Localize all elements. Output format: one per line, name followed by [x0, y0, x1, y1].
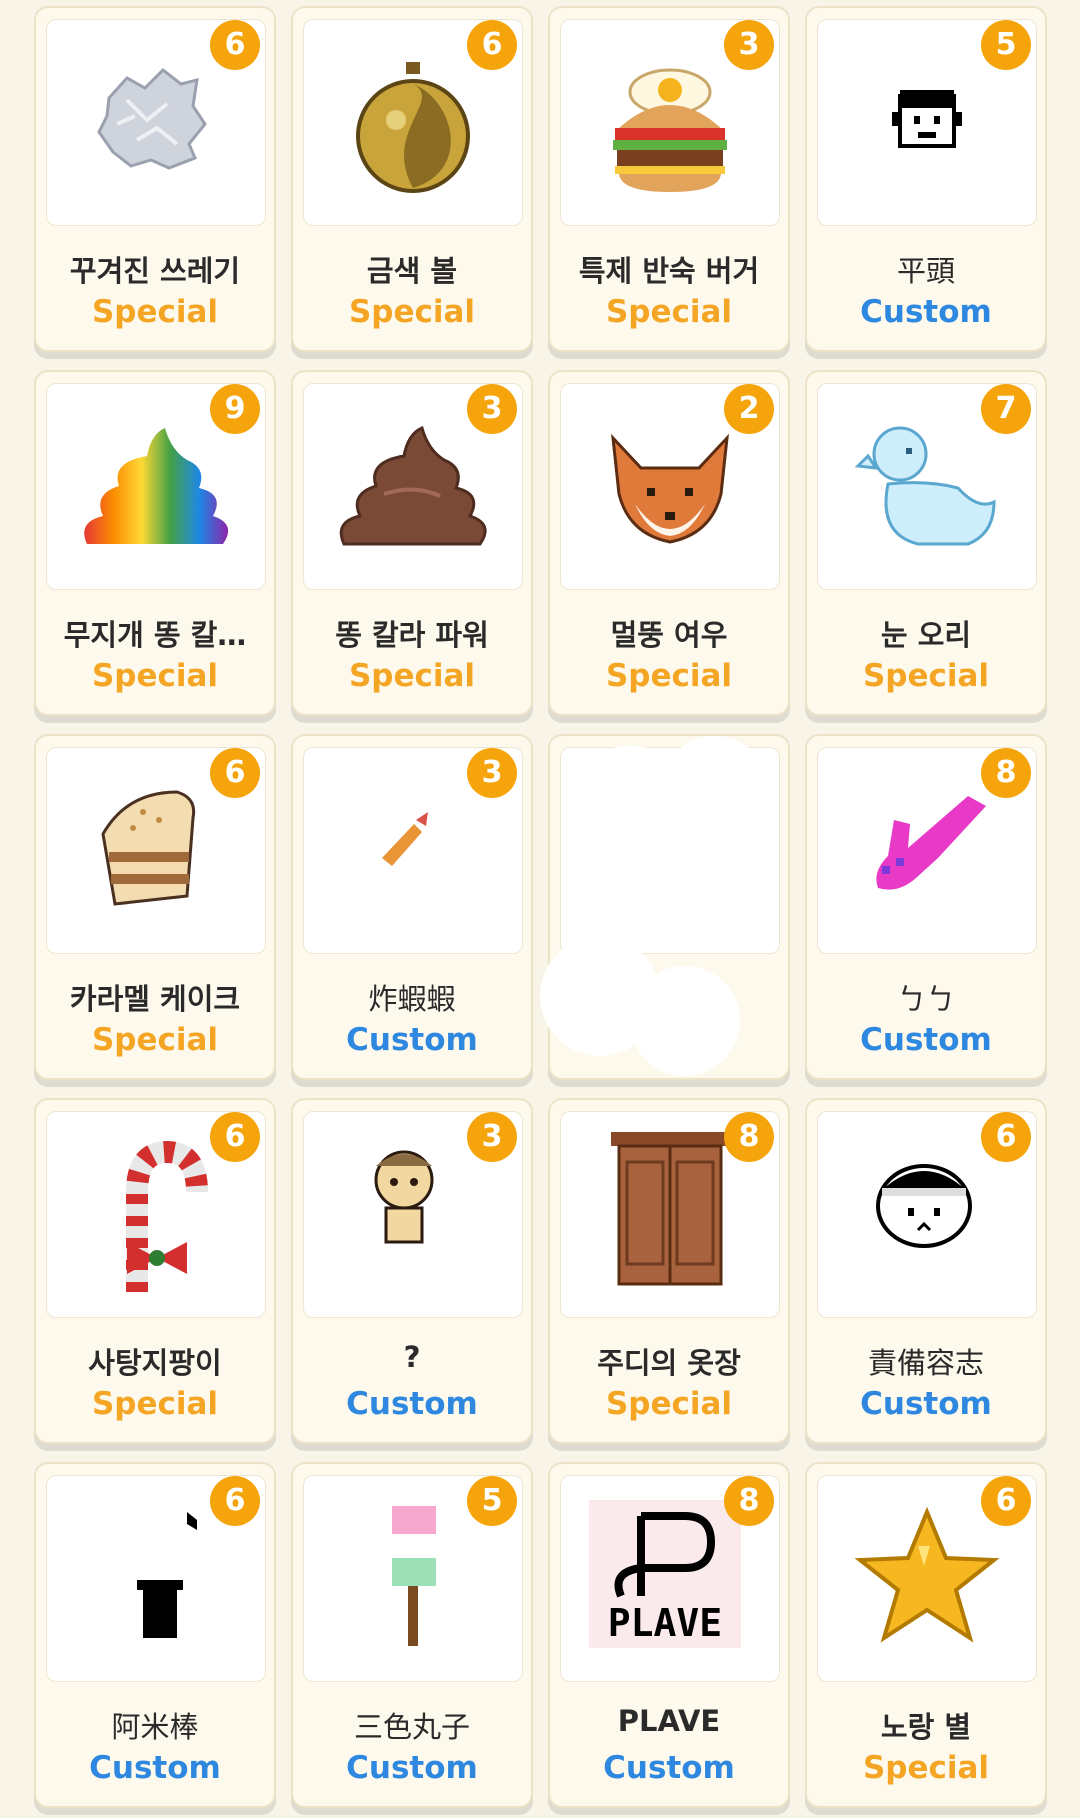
- count-badge: 8: [981, 748, 1031, 798]
- count-badge: 6: [467, 20, 517, 70]
- item-type-label: Custom: [860, 294, 992, 330]
- item-type-label: Special: [91, 658, 219, 694]
- item-card[interactable]: 6 노랑 별 Special: [805, 1462, 1047, 1808]
- item-card[interactable]: 2 멀뚱 여우 Special: [548, 370, 790, 716]
- item-type-label: Custom: [860, 1022, 992, 1058]
- item-type-label: Custom: [346, 1022, 478, 1058]
- count-badge: 6: [210, 1112, 260, 1162]
- count-badge: 5: [981, 20, 1031, 70]
- count-badge: 6: [210, 20, 260, 70]
- count-badge: 6: [210, 748, 260, 798]
- item-card[interactable]: 8 ㄅㄅ Custom: [805, 734, 1047, 1080]
- item-type-label: Special: [91, 1022, 219, 1058]
- item-type-label: Special: [862, 1750, 990, 1786]
- item-type-label: Special: [862, 658, 990, 694]
- item-card[interactable]: 5 平頭 Custom: [805, 6, 1047, 352]
- item-name: 똥 칼라 파워: [335, 618, 489, 652]
- item-type-label: Special: [91, 1386, 219, 1422]
- item-type-label: Special: [348, 294, 476, 330]
- item-type-label: Custom: [346, 1386, 478, 1422]
- redaction-blob: [660, 736, 770, 846]
- item-type-label: Special: [605, 294, 733, 330]
- item-card[interactable]: 7 눈 오리 Special: [805, 370, 1047, 716]
- item-name: ?: [403, 1340, 421, 1374]
- item-card[interactable]: 3 특제 반숙 버거 Special: [548, 6, 790, 352]
- count-badge: 7: [981, 384, 1031, 434]
- item-type-label: Custom: [860, 1386, 992, 1422]
- item-card[interactable]: [540, 734, 790, 1080]
- count-badge: 3: [724, 20, 774, 70]
- item-type-label: Special: [91, 294, 219, 330]
- item-card[interactable]: 3? Custom: [291, 1098, 533, 1444]
- item-name: ㄅㄅ: [896, 982, 955, 1016]
- item-type-label: Special: [348, 658, 476, 694]
- item-type-label: Custom: [89, 1750, 221, 1786]
- item-card[interactable]: 6 꾸겨진 쓰레기 Special: [34, 6, 276, 352]
- item-grid: 6 꾸겨진 쓰레기 Special 6 금색 볼 Special 3 특제 반숙 버거 Spec…: [34, 6, 1047, 1808]
- item-name: PLAVE: [617, 1704, 721, 1738]
- item-card[interactable]: 6 금색 볼 Special: [291, 6, 533, 352]
- item-name: 사탕지팡이: [88, 1346, 222, 1380]
- item-type-label: Special: [605, 658, 733, 694]
- item-card[interactable]: 6 카라멜 케이크 Special: [34, 734, 276, 1080]
- item-name: 금색 볼: [366, 254, 458, 288]
- item-name: 꾸겨진 쓰레기: [69, 254, 241, 288]
- count-badge: 6: [210, 1476, 260, 1526]
- count-badge: 6: [981, 1476, 1031, 1526]
- item-name: 平頭: [896, 254, 955, 288]
- item-card[interactable]: 6 阿米棒 Custom: [34, 1462, 276, 1808]
- count-badge: 9: [210, 384, 260, 434]
- count-badge: 8: [724, 1476, 774, 1526]
- item-card[interactable]: 5 三色丸子 Custom: [291, 1462, 533, 1808]
- item-name: 三色丸子: [353, 1710, 470, 1744]
- count-badge: 6: [981, 1112, 1031, 1162]
- count-badge: 5: [467, 1476, 517, 1526]
- item-type-label: Custom: [346, 1750, 478, 1786]
- item-card[interactable]: 3 똥 칼라 파워 Special: [291, 370, 533, 716]
- redaction-blob: [630, 966, 740, 1076]
- item-name: 주디의 옷장: [597, 1346, 741, 1380]
- item-card[interactable]: 9 무지개 똥 칼… Special: [34, 370, 276, 716]
- count-badge: 2: [724, 384, 774, 434]
- item-card[interactable]: 8 주디의 옷장 Special: [548, 1098, 790, 1444]
- count-badge: 3: [467, 384, 517, 434]
- count-badge: 3: [467, 1112, 517, 1162]
- item-card[interactable]: 6 責備容志 Custom: [805, 1098, 1047, 1444]
- item-name: 멀뚱 여우: [610, 618, 728, 652]
- item-name: 무지개 똥 칼…: [63, 618, 247, 652]
- item-name: 責備容志: [867, 1346, 984, 1380]
- item-card[interactable]: 6 사탕지팡이 Special: [34, 1098, 276, 1444]
- svg-text:PLAVE: PLAVE: [608, 1601, 722, 1645]
- count-badge: 8: [724, 1112, 774, 1162]
- item-name: 특제 반숙 버거: [578, 254, 760, 288]
- item-name: 阿米棒: [111, 1710, 199, 1744]
- item-card[interactable]: PLAVE 8 PLAVE Custom: [548, 1462, 790, 1808]
- item-name: 눈 오리: [880, 618, 972, 652]
- item-name: 炸蝦蝦: [368, 982, 456, 1016]
- item-name: 카라멜 케이크: [69, 982, 241, 1016]
- item-card[interactable]: 3 炸蝦蝦 Custom: [291, 734, 533, 1080]
- item-type-label: Custom: [603, 1750, 735, 1786]
- item-name: 노랑 별: [880, 1710, 972, 1744]
- item-type-label: Special: [605, 1386, 733, 1422]
- count-badge: 3: [467, 748, 517, 798]
